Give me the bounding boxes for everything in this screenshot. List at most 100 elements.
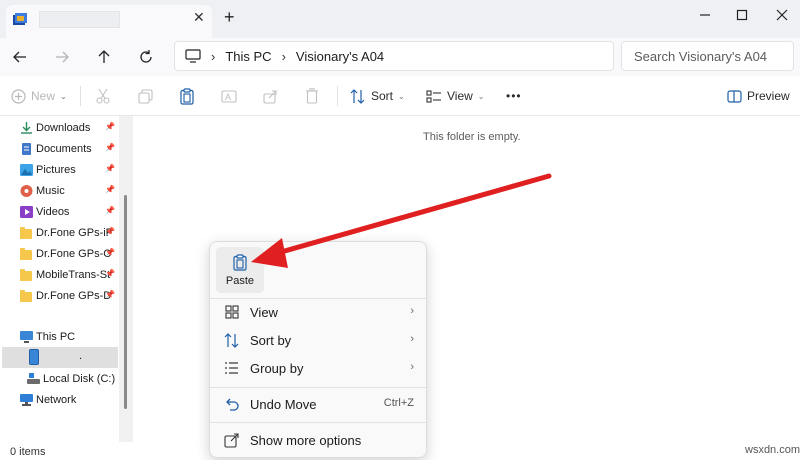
copy-button[interactable]	[138, 84, 153, 108]
copy-icon	[138, 88, 153, 104]
share-button[interactable]	[263, 84, 278, 108]
close-icon	[776, 9, 788, 21]
monitor-icon	[185, 49, 201, 63]
svg-text:A: A	[225, 92, 231, 102]
minimize-button[interactable]	[690, 3, 720, 27]
chevron-down-icon: ⌄	[477, 91, 485, 101]
sidebar-item-label: Pictures	[36, 163, 76, 176]
search-input[interactable]: Search Visionary's A04	[621, 41, 794, 71]
share-icon	[263, 89, 277, 104]
scrollbar-thumb[interactable]	[124, 195, 127, 409]
download-icon	[21, 121, 32, 134]
refresh-button[interactable]	[133, 44, 159, 70]
pin-icon: 📌	[105, 290, 115, 299]
pin-icon: 📌	[105, 269, 115, 278]
pin-icon: 📌	[105, 164, 115, 173]
view-list-icon	[426, 89, 441, 103]
chevron-down-icon: ⌄	[398, 91, 405, 101]
arrow-left-icon	[13, 51, 26, 63]
forward-button[interactable]	[49, 44, 75, 70]
menu-item-group-by[interactable]: Group by ›	[214, 354, 422, 382]
chevron-down-icon: ⌄	[60, 91, 67, 101]
title-bar: ✕ +	[0, 0, 800, 38]
sidebar-item-label: MobileTrans-St	[36, 268, 111, 281]
paste-label: Paste	[225, 275, 255, 287]
breadcrumb-this-pc[interactable]: This PC	[225, 49, 271, 64]
view-label: View	[447, 89, 473, 103]
view-button[interactable]: View ⌄	[426, 84, 485, 108]
up-button[interactable]	[91, 44, 117, 70]
undo-icon	[223, 396, 240, 413]
new-button[interactable]: New ⌄	[11, 84, 67, 108]
breadcrumb-current-folder[interactable]: Visionary's A04	[296, 49, 384, 64]
minimize-icon	[700, 14, 710, 16]
sidebar-item-label: Music	[36, 184, 65, 197]
arrow-up-icon	[98, 50, 110, 63]
chevron-right-icon: ›	[281, 48, 286, 64]
new-tab-button[interactable]: +	[224, 7, 235, 28]
explorer-tab[interactable]: ✕	[6, 5, 212, 38]
menu-item-label: View	[250, 304, 278, 320]
device-label: .	[79, 350, 83, 362]
chevron-right-icon: ›	[410, 361, 414, 373]
monitor-icon	[20, 330, 33, 343]
tab-title	[39, 11, 120, 28]
menu-item-show-more-options[interactable]: Show more options	[214, 426, 422, 454]
folder-icon	[20, 268, 33, 281]
new-label: New	[31, 89, 56, 103]
external-link-icon	[223, 432, 240, 449]
sort-icon	[223, 332, 240, 349]
pin-icon: 📌	[105, 185, 115, 194]
sidebar-item-device[interactable]: .	[2, 347, 118, 368]
sidebar-scrollbar[interactable]	[119, 116, 133, 442]
rename-icon: A	[221, 89, 237, 103]
empty-folder-message: This folder is empty.	[423, 131, 521, 143]
command-bar: New ⌄ A Sort ⌄ View ⌄ ••• Preview	[0, 76, 800, 116]
arrow-right-icon	[56, 51, 69, 63]
clipboard-icon	[180, 87, 194, 105]
preview-button[interactable]: Preview	[727, 84, 790, 108]
maximize-button[interactable]	[727, 3, 757, 27]
navigation-pane: Downloads Documents Pictures Music Video…	[0, 116, 133, 442]
cut-button[interactable]	[96, 84, 110, 108]
sidebar-item-label: Dr.Fone GPs-C	[36, 247, 112, 260]
item-count: 0 items	[10, 446, 46, 458]
toolbar-divider	[337, 86, 338, 106]
menu-item-view[interactable]: View ›	[214, 298, 422, 326]
plus-circle-icon	[11, 88, 26, 104]
phone-icon	[29, 349, 39, 365]
back-button[interactable]	[7, 44, 33, 70]
pin-icon: 📌	[105, 122, 115, 131]
rename-button[interactable]: A	[221, 84, 237, 108]
menu-item-label: Group by	[250, 360, 304, 376]
file-explorer-icon	[13, 13, 27, 25]
clipboard-icon	[233, 254, 247, 271]
pin-icon: 📌	[105, 206, 115, 215]
more-options-button[interactable]: •••	[506, 84, 522, 108]
maximize-icon	[736, 9, 748, 21]
menu-item-label: Sort by	[250, 332, 292, 348]
pin-icon: 📌	[105, 248, 115, 257]
paste-toolbar-button[interactable]	[180, 84, 194, 108]
menu-divider	[210, 387, 426, 388]
sidebar-item-label: Videos	[36, 205, 70, 218]
folder-icon	[20, 289, 33, 302]
context-menu: Paste View › Sort by › Group by › Undo M…	[209, 241, 427, 458]
pin-icon: 📌	[105, 143, 115, 152]
preview-label: Preview	[747, 89, 790, 103]
menu-item-undo-move[interactable]: Undo Move Ctrl+Z	[214, 390, 422, 418]
network-icon	[20, 393, 33, 406]
menu-item-label: Undo Move	[250, 396, 317, 412]
menu-item-sort-by[interactable]: Sort by ›	[214, 326, 422, 354]
documents-icon	[22, 142, 31, 155]
menu-item-label: Show more options	[250, 432, 362, 448]
sidebar-item-label: Dr.Fone GPs-D	[36, 289, 112, 302]
close-window-button[interactable]	[767, 3, 797, 27]
delete-button[interactable]	[305, 84, 319, 108]
paste-button[interactable]: Paste	[216, 247, 264, 293]
address-bar[interactable]: › This PC › Visionary's A04	[174, 41, 614, 71]
sort-button[interactable]: Sort ⌄	[350, 84, 405, 108]
music-icon	[20, 184, 33, 197]
pin-icon: 📌	[105, 227, 115, 236]
tab-close-icon[interactable]: ✕	[193, 9, 205, 26]
